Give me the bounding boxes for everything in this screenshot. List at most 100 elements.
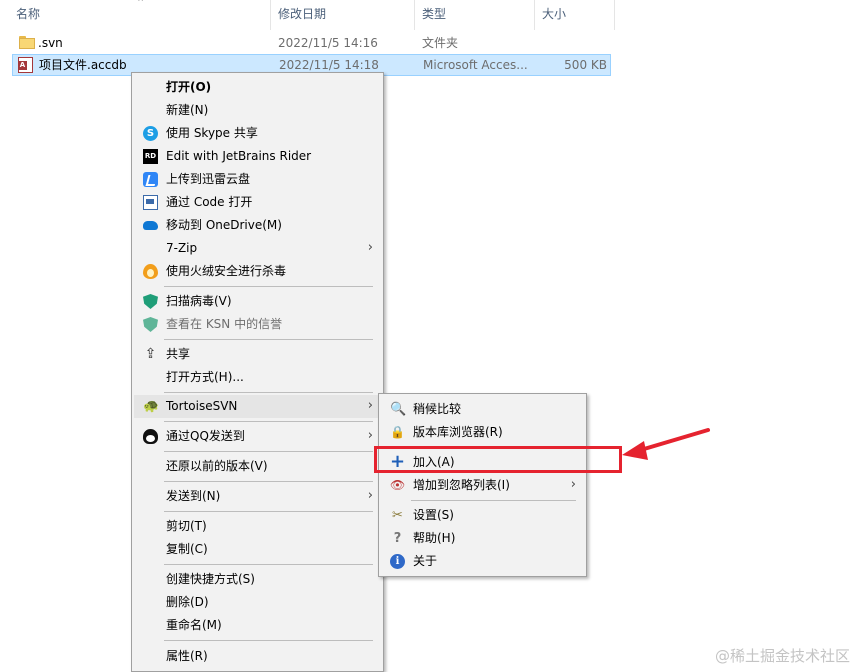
svn-item-settings[interactable]: ✂ 设置(S) — [381, 504, 584, 527]
menu-separator — [164, 481, 373, 482]
menu-item-new[interactable]: 新建(N) — [134, 99, 381, 122]
menu-item-label: 共享 — [166, 347, 191, 361]
menu-item-cut[interactable]: 剪切(T) — [134, 515, 381, 538]
qq-penguin-icon — [143, 429, 158, 444]
column-header-row: 名称 ⌃ 修改日期 类型 大小 — [0, 0, 616, 30]
chevron-right-icon: › — [367, 428, 373, 443]
help-icon: ? — [393, 531, 402, 546]
menu-separator — [164, 451, 373, 452]
shield-icon — [143, 317, 158, 332]
menu-item-rider[interactable]: RD Edit with JetBrains Rider — [134, 145, 381, 168]
skype-icon: S — [143, 126, 158, 141]
file-name: .svn — [38, 36, 63, 50]
menu-separator — [164, 392, 373, 393]
menu-item-ksn-reputation: 查看在 KSN 中的信誉 — [134, 313, 381, 336]
column-divider[interactable] — [614, 0, 615, 30]
menu-item-label: 通过QQ发送到 — [166, 429, 245, 443]
menu-item-create-shortcut[interactable]: 创建快捷方式(S) — [134, 568, 381, 591]
menu-item-label: 稍候比较 — [413, 402, 462, 416]
onedrive-cloud-icon — [143, 221, 158, 230]
file-date: 2022/11/5 14:16 — [278, 36, 378, 50]
menu-item-xunlei[interactable]: 上传到迅雷云盘 — [134, 168, 381, 191]
ignore-eye-icon: 👁 — [390, 478, 406, 492]
svn-item-repo-browser[interactable]: 🔒 版本库浏览器(R) — [381, 421, 584, 444]
menu-item-label: 打开(O) — [166, 80, 212, 94]
menu-item-tortoisesvn[interactable]: 🐢 TortoiseSVN › — [134, 395, 381, 418]
svn-item-diff-later[interactable]: 🔍 稍候比较 — [381, 398, 584, 421]
svn-item-help[interactable]: ? 帮助(H) — [381, 527, 584, 550]
menu-item-open-with[interactable]: 打开方式(H)... — [134, 366, 381, 389]
column-header-type[interactable]: 类型 — [414, 0, 534, 30]
annotation-arrow — [622, 428, 710, 460]
file-size: 500 KB — [564, 58, 607, 72]
menu-item-label: 使用火绒安全进行杀毒 — [166, 264, 287, 278]
menu-item-label: 上传到迅雷云盘 — [166, 172, 251, 186]
menu-item-label: 发送到(N) — [166, 489, 221, 503]
share-icon: ⇪ — [144, 346, 157, 362]
menu-item-skype-share[interactable]: S 使用 Skype 共享 — [134, 122, 381, 145]
menu-item-label: 帮助(H) — [413, 531, 456, 545]
column-header-date[interactable]: 修改日期 — [270, 0, 414, 30]
menu-separator — [164, 421, 373, 422]
menu-separator — [164, 564, 373, 565]
menu-item-onedrive[interactable]: 移动到 OneDrive(M) — [134, 214, 381, 237]
menu-item-label: 设置(S) — [413, 508, 454, 522]
menu-item-7zip[interactable]: 7-Zip › — [134, 237, 381, 260]
menu-item-label: 剪切(T) — [166, 519, 207, 533]
menu-item-label: 版本库浏览器(R) — [413, 425, 503, 439]
access-file-icon: A — [18, 57, 33, 73]
tortoise-icon: 🐢 — [143, 399, 160, 414]
menu-item-send-to[interactable]: 发送到(N) › — [134, 485, 381, 508]
menu-item-label: 关于 — [413, 554, 438, 568]
menu-separator — [164, 511, 373, 512]
file-name: 项目文件.accdb — [39, 58, 127, 72]
menu-item-share[interactable]: ⇪ 共享 — [134, 343, 381, 366]
tortoisesvn-submenu: 🔍 稍候比较 🔒 版本库浏览器(R) + 加入(A) 👁 增加到忽略列表(I) … — [378, 393, 587, 577]
settings-icon: ✂ — [392, 508, 403, 523]
menu-item-huorong-scan[interactable]: 使用火绒安全进行杀毒 — [134, 260, 381, 283]
menu-separator — [411, 500, 576, 501]
menu-item-open-with-code[interactable]: 通过 Code 打开 — [134, 191, 381, 214]
menu-item-delete[interactable]: 删除(D) — [134, 591, 381, 614]
menu-item-rename[interactable]: 重命名(M) — [134, 614, 381, 637]
menu-item-label: TortoiseSVN — [166, 399, 238, 413]
sort-ascending-icon: ⌃ — [136, 0, 146, 9]
menu-item-send-via-qq[interactable]: 通过QQ发送到 › — [134, 425, 381, 448]
menu-item-label: 创建快捷方式(S) — [166, 572, 255, 586]
menu-item-restore-previous[interactable]: 还原以前的版本(V) — [134, 455, 381, 478]
menu-item-properties[interactable]: 属性(R) — [134, 645, 381, 668]
vscode-icon — [143, 195, 158, 210]
magnifier-icon: 🔍 — [390, 402, 407, 417]
menu-item-label: 查看在 KSN 中的信誉 — [166, 317, 283, 331]
menu-item-label: 还原以前的版本(V) — [166, 459, 268, 473]
menu-item-open[interactable]: 打开(O) — [134, 76, 381, 99]
menu-separator — [164, 286, 373, 287]
menu-item-label: 新建(N) — [166, 103, 209, 117]
menu-item-label: 扫描病毒(V) — [166, 294, 232, 308]
chevron-right-icon: › — [367, 240, 373, 255]
menu-item-label: 移动到 OneDrive(M) — [166, 218, 282, 232]
context-menu: 打开(O) 新建(N) S 使用 Skype 共享 RD Edit with J… — [131, 72, 384, 672]
menu-item-label: 7-Zip — [166, 241, 198, 255]
svn-item-add-to-ignore[interactable]: 👁 增加到忽略列表(I) › — [381, 474, 584, 497]
file-type: 文件夹 — [422, 36, 459, 50]
repo-browser-icon: 🔒 — [390, 425, 405, 439]
file-row-svn[interactable]: .svn 2022/11/5 14:16 文件夹 — [12, 33, 611, 55]
info-icon: i — [390, 554, 405, 569]
menu-item-copy[interactable]: 复制(C) — [134, 538, 381, 561]
chevron-right-icon: › — [367, 398, 373, 413]
highlight-box — [374, 446, 622, 473]
svn-item-about[interactable]: i 关于 — [381, 550, 584, 573]
menu-item-label: 打开方式(H)... — [166, 370, 244, 384]
rider-icon: RD — [143, 149, 158, 164]
menu-item-label: 重命名(M) — [166, 618, 222, 632]
menu-item-label: 复制(C) — [166, 542, 208, 556]
chevron-right-icon: › — [367, 488, 373, 503]
menu-item-label: Edit with JetBrains Rider — [166, 149, 312, 163]
watermark: @稀土掘金技术社区 — [714, 647, 850, 665]
menu-item-scan-virus[interactable]: 扫描病毒(V) — [134, 290, 381, 313]
chevron-right-icon: › — [570, 477, 576, 492]
huorong-flame-icon — [143, 264, 158, 279]
menu-separator — [164, 640, 373, 641]
column-header-size[interactable]: 大小 — [534, 0, 614, 30]
